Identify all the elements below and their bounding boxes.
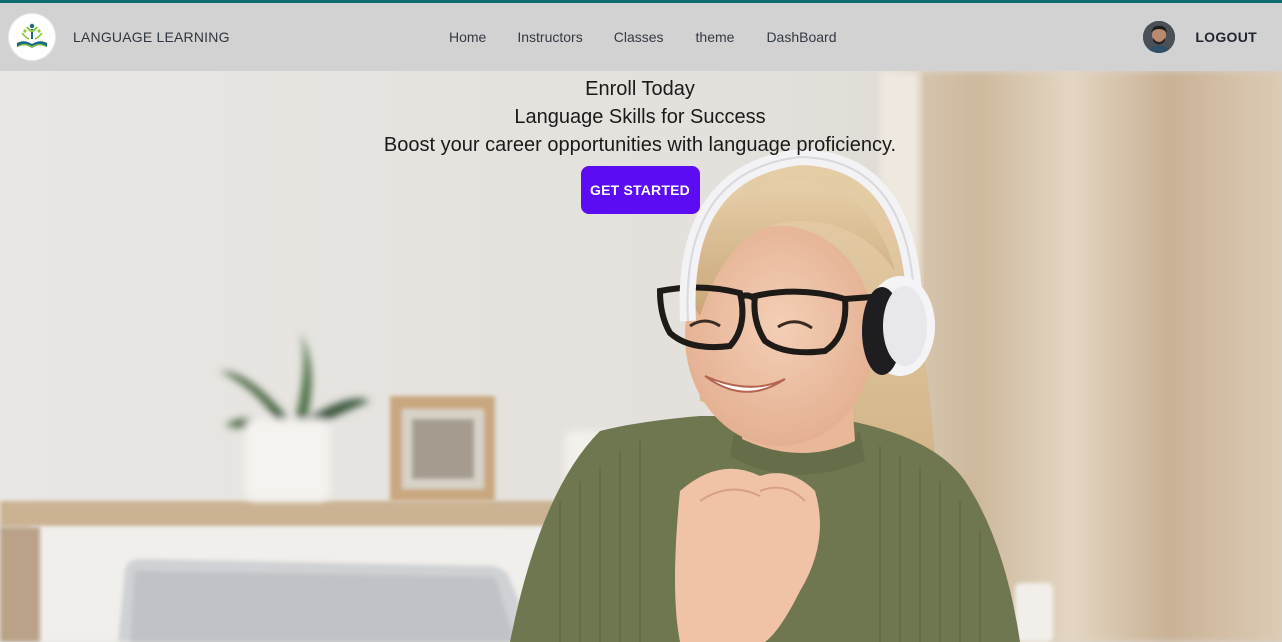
hero-subtitle: Boost your career opportunities with lan… [383,134,897,156]
hero-text: Enroll Today Language Skills for Success… [0,75,1280,214]
nav-link-theme[interactable]: theme [696,29,735,45]
user-area: LOGOUT [1143,3,1257,71]
user-avatar[interactable] [1143,21,1176,53]
hero-line-enroll: Enroll Today [585,78,695,100]
brand[interactable]: LANGUAGE LEARNING [8,13,230,61]
nav-link-classes[interactable]: Classes [614,29,664,45]
get-started-button[interactable]: GET STARTED [580,166,700,214]
hero-headline: Language Skills for Success [514,106,766,128]
hero-section: Enroll Today Language Skills for Success… [0,71,1282,642]
navbar: LANGUAGE LEARNING Home Instructors Class… [0,3,1282,71]
brand-name[interactable]: LANGUAGE LEARNING [73,29,230,45]
nav-link-dashboard[interactable]: DashBoard [766,29,836,45]
nav-link-home[interactable]: Home [449,29,486,45]
nav-link-instructors[interactable]: Instructors [517,29,582,45]
logo-icon[interactable] [8,13,56,61]
main-menu: Home Instructors Classes theme DashBoard [449,3,836,71]
logout-button[interactable]: LOGOUT [1195,29,1257,45]
